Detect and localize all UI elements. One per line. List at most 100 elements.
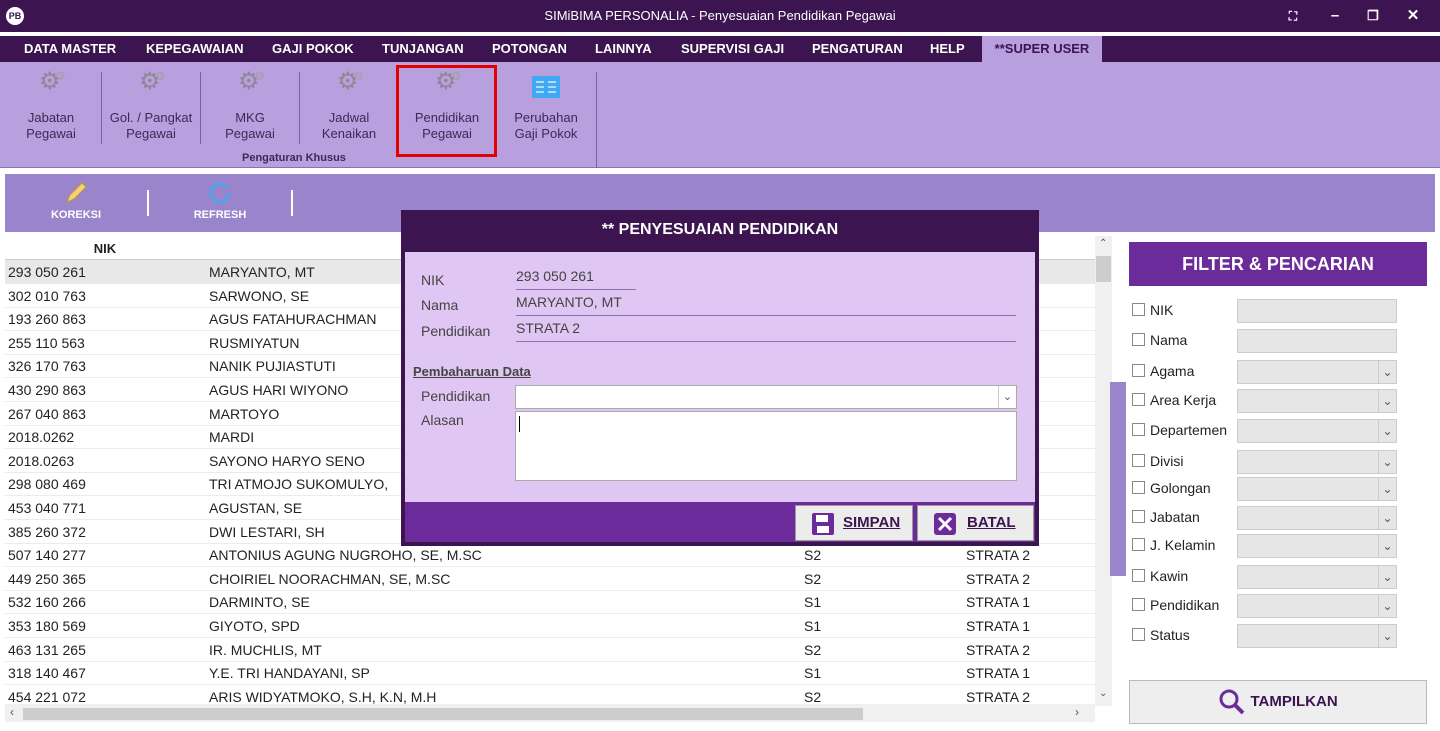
- filter-input[interactable]: ⌄: [1237, 506, 1397, 530]
- focus-icon[interactable]: ⛶: [1276, 4, 1310, 28]
- button-label: Gol. / Pangkat: [109, 110, 193, 125]
- chevron-down-icon[interactable]: ⌄: [1378, 625, 1396, 647]
- filter-input[interactable]: ⌄: [1237, 360, 1397, 384]
- filter-input[interactable]: ⌄: [1237, 477, 1397, 501]
- chevron-down-icon[interactable]: ⌄: [1378, 478, 1396, 500]
- mkg-pegawai-button[interactable]: MKG Pegawai: [202, 68, 298, 154]
- filter-input[interactable]: ⌄: [1237, 419, 1397, 443]
- filter-checkbox[interactable]: [1132, 598, 1145, 611]
- button-label: Jadwal: [328, 110, 370, 125]
- filter-checkbox[interactable]: [1132, 393, 1145, 406]
- menu-bar: DATA MASTER KEPEGAWAIAN GAJI POKOK TUNJA…: [0, 36, 1440, 62]
- button-label: Kenaikan: [321, 126, 377, 141]
- filter-checkbox[interactable]: [1132, 454, 1145, 467]
- scroll-down-icon[interactable]: ⌄: [1099, 688, 1107, 699]
- chevron-down-icon[interactable]: ⌄: [1378, 507, 1396, 529]
- ribbon-separator: [101, 72, 102, 144]
- cell-nama: CHOIRIEL NOORACHMAN, SE, M.SC: [209, 570, 451, 587]
- table-row[interactable]: 532 160 266 DARMINTO, SE S1 STRATA 1: [5, 590, 1095, 615]
- scroll-left-icon[interactable]: ‹: [10, 705, 14, 719]
- filter-input[interactable]: [1237, 329, 1397, 353]
- filter-checkbox[interactable]: [1132, 303, 1145, 316]
- minimize-button[interactable]: –: [1318, 4, 1352, 28]
- filter-checkbox[interactable]: [1132, 510, 1145, 523]
- filter-checkbox[interactable]: [1132, 364, 1145, 377]
- table-row[interactable]: 318 140 467 Y.E. TRI HANDAYANI, SP S1 STRAT…: [5, 661, 1095, 686]
- pendidikan-select[interactable]: ⌄: [515, 385, 1017, 409]
- button-label: Pegawai: [126, 126, 176, 141]
- maximize-button[interactable]: ❐: [1356, 4, 1390, 28]
- simpan-button[interactable]: SIMPAN: [795, 505, 913, 541]
- menu-pengaturan[interactable]: PENGATURAN: [804, 36, 911, 62]
- koreksi-button[interactable]: KOREKSI: [49, 180, 103, 221]
- column-header-nik[interactable]: NIK: [5, 241, 205, 256]
- chevron-down-icon[interactable]: ⌄: [1378, 420, 1396, 442]
- menu-lainnya[interactable]: LAINNYA: [587, 36, 660, 62]
- filter-input[interactable]: ⌄: [1237, 624, 1397, 648]
- chevron-down-icon[interactable]: ⌄: [1378, 535, 1396, 557]
- jabatan-pegawai-button[interactable]: Jabatan Pegawai: [3, 68, 99, 154]
- cell-nik: 326 170 763: [8, 358, 86, 375]
- cell-c4: STRATA 2: [966, 688, 1031, 705]
- jadwal-kenaikan-button[interactable]: Jadwal Kenaikan: [301, 68, 397, 154]
- panel-splitter[interactable]: [1110, 382, 1126, 576]
- menu-kepegawaian[interactable]: KEPEGAWAIAN: [138, 36, 252, 62]
- scroll-up-icon[interactable]: ⌃: [1099, 238, 1107, 249]
- perubahan-gaji-pokok-button[interactable]: Perubahan Gaji Pokok: [498, 72, 594, 154]
- menu-supervisi-gaji[interactable]: SUPERVISI GAJI: [673, 36, 792, 62]
- chevron-down-icon[interactable]: ⌄: [1378, 361, 1396, 383]
- table-row[interactable]: 353 180 569 GIYOTO, SPD S1 STRATA 1: [5, 614, 1095, 638]
- filter-checkbox[interactable]: [1132, 481, 1145, 494]
- cell-nik: 463 131 265: [8, 641, 86, 658]
- filter-checkbox[interactable]: [1132, 333, 1145, 346]
- table-row[interactable]: 507 140 277 ANTONIUS AGUNG NUGROHO, SE, M…: [5, 543, 1095, 568]
- gol-pangkat-pegawai-button[interactable]: Gol. / Pangkat Pegawai: [103, 68, 199, 154]
- ribbon-group-label: Pengaturan Khusus: [242, 152, 346, 164]
- tampilkan-button[interactable]: TAMPILKAN: [1129, 680, 1427, 724]
- cell-nik: 302 010 763: [8, 287, 86, 304]
- menu-potongan[interactable]: POTONGAN: [484, 36, 575, 62]
- scroll-thumb[interactable]: [1096, 256, 1111, 282]
- filter-input[interactable]: ⌄: [1237, 565, 1397, 589]
- close-button[interactable]: ✕: [1396, 4, 1430, 28]
- text-caret: [519, 416, 520, 432]
- cell-nama: ANTONIUS AGUNG NUGROHO, SE, M.SC: [209, 547, 482, 564]
- menu-gaji-pokok[interactable]: GAJI POKOK: [264, 36, 362, 62]
- filter-checkbox[interactable]: [1132, 538, 1145, 551]
- menu-super-user[interactable]: **SUPER USER: [982, 36, 1102, 62]
- filter-checkbox[interactable]: [1132, 569, 1145, 582]
- dialog-title: ** PENYESUAIAN PENDIDIKAN: [601, 221, 839, 238]
- filter-checkbox[interactable]: [1132, 423, 1145, 436]
- table-row[interactable]: 449 250 365 CHOIRIEL NOORACHMAN, SE, M.SC…: [5, 567, 1095, 591]
- filter-input[interactable]: ⌄: [1237, 450, 1397, 474]
- table-row[interactable]: 463 131 265 IR. MUCHLIS, MT S2 STRATA 2: [5, 638, 1095, 662]
- refresh-icon: [209, 182, 231, 204]
- ribbon-separator: [596, 72, 597, 168]
- button-label: SIMPAN: [843, 514, 901, 531]
- button-label: Jabatan: [27, 110, 75, 125]
- filter-label: Pendidikan: [1150, 597, 1220, 613]
- scroll-thumb[interactable]: [23, 708, 863, 720]
- chevron-down-icon[interactable]: ⌄: [1378, 451, 1396, 473]
- cell-nik: 532 160 266: [8, 594, 86, 611]
- batal-button[interactable]: BATAL: [917, 505, 1034, 541]
- filter-checkbox[interactable]: [1132, 628, 1145, 641]
- filter-input[interactable]: ⌄: [1237, 534, 1397, 558]
- alasan-textarea[interactable]: [515, 411, 1017, 481]
- chevron-down-icon[interactable]: ⌄: [1378, 566, 1396, 588]
- cell-nama: IR. MUCHLIS, MT: [209, 641, 322, 658]
- menu-data-master[interactable]: DATA MASTER: [16, 36, 124, 62]
- filter-input[interactable]: ⌄: [1237, 389, 1397, 413]
- scroll-right-icon[interactable]: ›: [1075, 705, 1079, 719]
- filter-input[interactable]: [1237, 299, 1397, 323]
- filter-row: Kawin ⌄: [1127, 563, 1431, 589]
- chevron-down-icon[interactable]: ⌄: [1378, 390, 1396, 412]
- refresh-button[interactable]: REFRESH: [191, 180, 249, 221]
- horizontal-scrollbar[interactable]: ‹ ›: [5, 704, 1095, 722]
- chevron-down-icon[interactable]: ⌄: [998, 386, 1016, 408]
- menu-help[interactable]: HELP: [922, 36, 973, 62]
- filter-input[interactable]: ⌄: [1237, 594, 1397, 618]
- button-label: MKG: [235, 110, 265, 125]
- menu-tunjangan[interactable]: TUNJANGAN: [374, 36, 472, 62]
- chevron-down-icon[interactable]: ⌄: [1378, 595, 1396, 617]
